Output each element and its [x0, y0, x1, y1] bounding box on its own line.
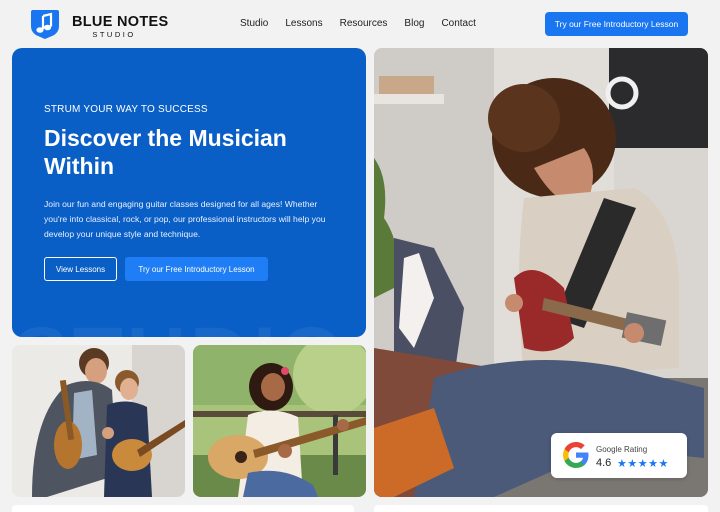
next-section-edge [12, 505, 708, 512]
site-header: BLUE NOTES STUDIO Studio Lessons Resourc… [0, 0, 720, 48]
brand-logo[interactable]: BLUE NOTES STUDIO [30, 8, 168, 40]
nav-item-blog[interactable]: Blog [404, 18, 424, 29]
header-free-lesson-button[interactable]: Try our Free Introductory Lesson [545, 12, 688, 36]
hero-section: STUDIO STRUM YOUR WAY TO SUCCESS Discove… [12, 48, 366, 337]
rating-label: Google Rating [596, 445, 648, 454]
hero-description: Join our fun and engaging guitar classes… [44, 199, 326, 239]
google-g-icon [563, 442, 589, 468]
brand-subtitle: STUDIO [92, 30, 136, 39]
view-lessons-button[interactable]: View Lessons [44, 257, 117, 281]
photo-teacher-and-student [12, 345, 185, 497]
hero-free-lesson-button[interactable]: Try our Free Introductory Lesson [125, 257, 268, 281]
nav-item-lessons[interactable]: Lessons [285, 18, 322, 29]
nav-item-studio[interactable]: Studio [240, 18, 268, 29]
rating-stars: ★★★★★ [617, 458, 669, 470]
hero-photo-guitarist [374, 48, 708, 497]
hero-title: Discover the Musician Within [44, 125, 287, 179]
nav-item-resources[interactable]: Resources [340, 18, 388, 29]
hero-watermark: STUDIO [14, 310, 348, 337]
hero-eyebrow: STRUM YOUR WAY TO SUCCESS [44, 104, 208, 115]
rating-score: 4.6 [596, 457, 612, 469]
photo-woman-acoustic-guitar [193, 345, 366, 497]
brand-name: BLUE NOTES [72, 14, 169, 30]
nav-item-contact[interactable]: Contact [441, 18, 475, 29]
google-rating-card[interactable]: Google Rating 4.6 ★★★★★ [551, 433, 687, 478]
music-note-logo-icon [31, 10, 59, 39]
main-nav: Studio Lessons Resources Blog Contact [240, 18, 493, 29]
